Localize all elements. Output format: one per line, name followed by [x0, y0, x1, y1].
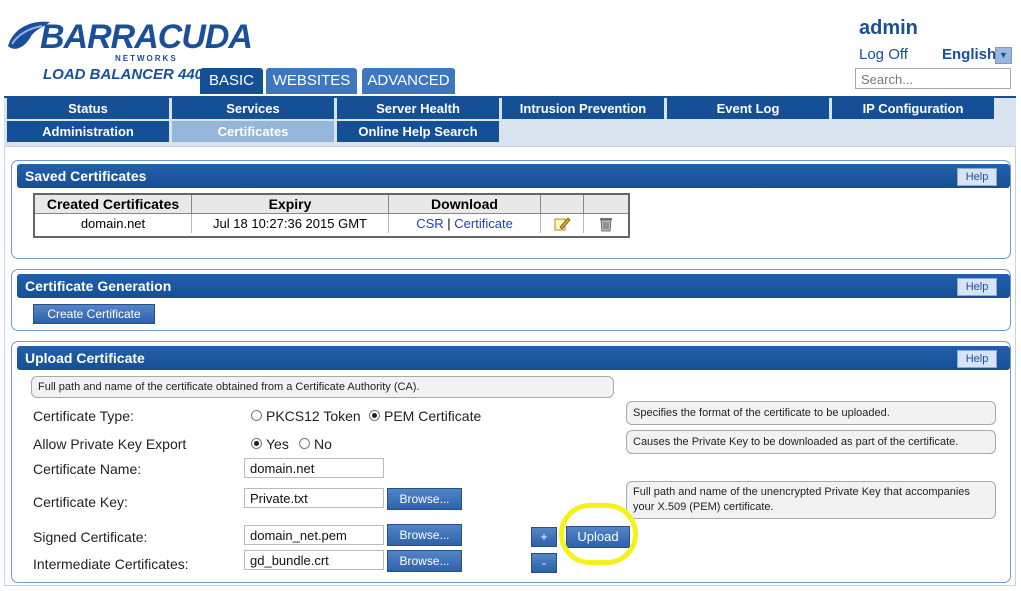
col-created: Created Certificates [35, 195, 192, 214]
certificate-type-tip: Specifies the format of the certificate … [626, 401, 996, 425]
intermediate-certificates-field[interactable]: gd_bundle.crt [244, 550, 384, 570]
certificate-generation-title: Certificate Generation [17, 274, 1010, 298]
remove-certificate-button[interactable]: - [531, 553, 557, 573]
certificate-type-label: Certificate Type: [33, 408, 134, 424]
search-input[interactable]: Search... [855, 68, 1011, 89]
brand-logo: BARRACUDA [40, 18, 253, 56]
signed-browse-button[interactable]: Browse... [387, 524, 462, 546]
certificate-key-tip: Full path and name of the unencrypted Pr… [626, 481, 996, 519]
intermediate-certificates-label: Intermediate Certificates: [33, 556, 189, 572]
cert-name: domain.net [35, 214, 192, 233]
nav-intrusion-prevention[interactable]: Intrusion Prevention [502, 98, 664, 119]
upload-help-button[interactable]: Help [957, 350, 997, 368]
download-cell: CSR | Certificate [389, 214, 541, 233]
export-no-radio[interactable] [299, 438, 310, 449]
certificate-key-label: Certificate Key: [33, 494, 128, 510]
col-delete [584, 195, 628, 214]
signed-certificate-label: Signed Certificate: [33, 529, 148, 545]
add-certificate-button[interactable]: + [531, 527, 557, 547]
link-separator: | [447, 216, 451, 231]
col-download: Download [389, 195, 541, 214]
nav-event-log[interactable]: Event Log [667, 98, 829, 119]
pem-radio[interactable] [369, 410, 380, 421]
brand-networks: NETWORKS [115, 54, 178, 63]
create-certificate-button[interactable]: Create Certificate [33, 304, 155, 324]
upload-certificate-title: Upload Certificate [17, 346, 1010, 370]
nav-certificates[interactable]: Certificates [172, 121, 334, 142]
export-no-label: No [314, 436, 332, 452]
saved-help-button[interactable]: Help [957, 168, 997, 186]
export-yes-radio[interactable] [251, 438, 262, 449]
nav-ip-configuration[interactable]: IP Configuration [832, 98, 994, 119]
col-expiry: Expiry [192, 195, 389, 214]
tab-websites[interactable]: WEBSITES [266, 68, 357, 94]
allow-export-label: Allow Private Key Export [33, 436, 187, 452]
allow-export-tip: Causes the Private Key to be downloaded … [626, 430, 996, 454]
chevron-down-icon[interactable]: ▼ [995, 47, 1012, 64]
user-name: admin [859, 17, 918, 39]
nav-status[interactable]: Status [7, 98, 169, 119]
nav-administration[interactable]: Administration [7, 121, 169, 142]
pkcs12-radio[interactable] [251, 410, 262, 421]
nav-server-health[interactable]: Server Health [337, 98, 499, 119]
upload-highlight-circle [559, 503, 638, 565]
tab-advanced[interactable]: ADVANCED [362, 68, 455, 94]
certificate-name-field[interactable]: domain.net [244, 458, 384, 478]
tab-basic[interactable]: BASIC [200, 68, 263, 94]
key-browse-button[interactable]: Browse... [387, 488, 462, 510]
certificate-link[interactable]: Certificate [454, 216, 513, 231]
generation-help-button[interactable]: Help [957, 278, 997, 296]
certificate-name-label: Certificate Name: [33, 461, 142, 477]
col-edit [541, 195, 584, 214]
saved-certificates-title: Saved Certificates [17, 164, 1010, 188]
certificate-key-field[interactable]: Private.txt [244, 488, 384, 508]
trash-icon[interactable] [584, 214, 628, 233]
certificates-table: Created Certificates Expiry Download dom… [33, 193, 630, 238]
language-select[interactable]: English [942, 46, 996, 63]
pkcs12-label: PKCS12 Token [266, 408, 361, 424]
intermediate-browse-button[interactable]: Browse... [387, 550, 462, 572]
signed-certificate-field[interactable]: domain_net.pem [244, 525, 384, 545]
nav-online-help-search[interactable]: Online Help Search [337, 121, 499, 142]
logoff-link[interactable]: Log Off [859, 46, 908, 63]
edit-icon[interactable] [541, 214, 584, 233]
nav-services[interactable]: Services [172, 98, 334, 119]
export-yes-label: Yes [266, 436, 289, 452]
csr-link[interactable]: CSR [416, 216, 443, 231]
cert-expiry: Jul 18 10:27:36 2015 GMT [192, 214, 389, 233]
product-name: LOAD BALANCER 440 [43, 66, 204, 83]
pem-label: PEM Certificate [384, 408, 482, 424]
certificate-path-tip: Full path and name of the certificate ob… [31, 376, 614, 398]
